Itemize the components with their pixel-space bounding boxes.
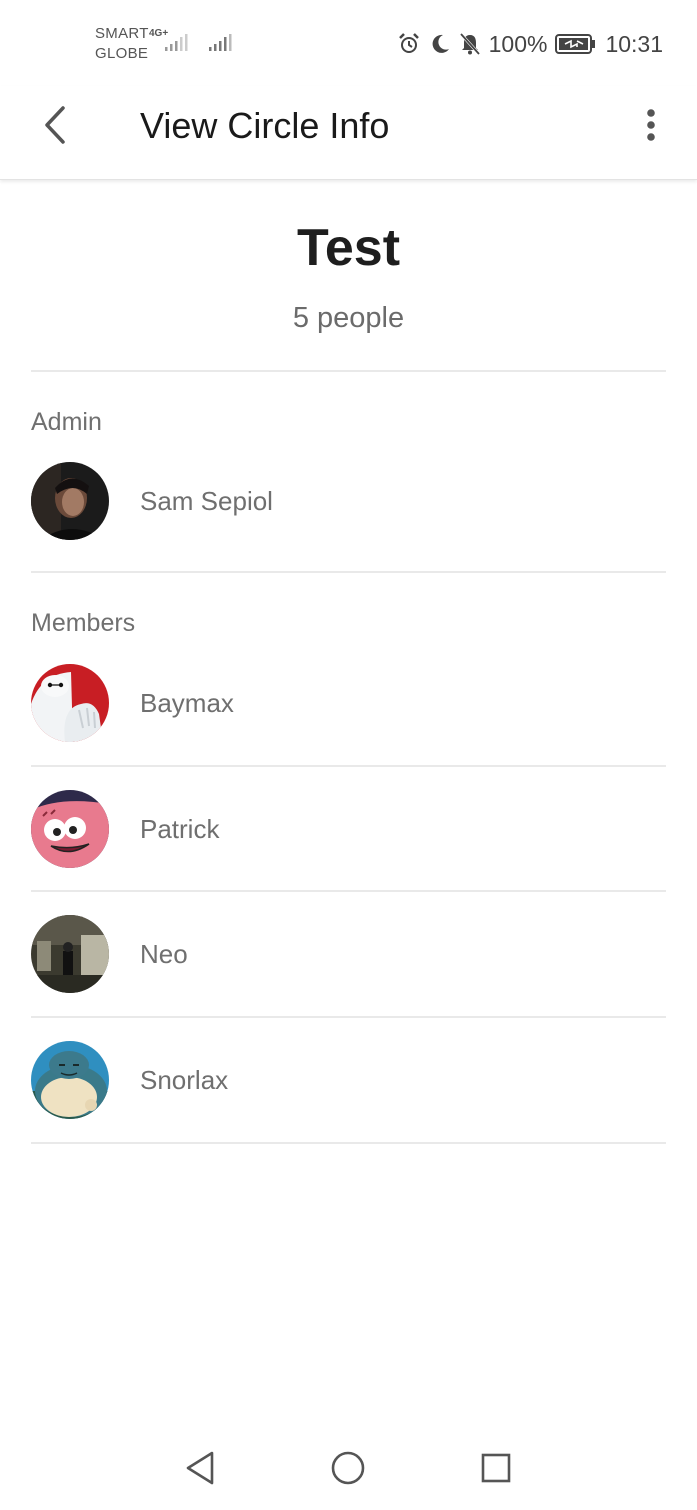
circle-name: Test (296, 219, 401, 277)
admin-section-label: Admin (31, 408, 102, 436)
nav-home-button[interactable] (326, 1448, 370, 1492)
member-row[interactable]: Snorlax (31, 1041, 666, 1119)
back-arrow-icon (41, 105, 69, 150)
member-row[interactable]: Baymax (31, 664, 666, 742)
divider (31, 890, 666, 892)
status-bar: SMART GLOBE 4G+ 100% 10:31 (0, 0, 697, 86)
carrier-line-1: SMART (95, 25, 149, 42)
member-row[interactable]: Neo (31, 915, 666, 993)
divider (31, 1016, 666, 1018)
battery-percent: 100% (488, 30, 548, 57)
moon-icon (429, 33, 451, 55)
avatar (31, 664, 109, 742)
person-name: Snorlax (140, 1065, 229, 1095)
avatar (31, 1041, 109, 1119)
member-row[interactable]: Patrick (31, 790, 666, 868)
admin-row[interactable]: Sam Sepiol (31, 462, 666, 540)
screen: SMART GLOBE 4G+ 100% 10:31 View Circle I… (0, 0, 697, 1510)
signal-icon (207, 33, 233, 58)
divider (31, 1142, 666, 1144)
avatar (31, 915, 109, 993)
person-name: Neo (140, 939, 188, 969)
nav-recents-button[interactable] (474, 1448, 518, 1492)
nav-back-button[interactable] (178, 1448, 222, 1492)
members-section-label: Members (31, 609, 136, 637)
nav-back-icon (183, 1450, 217, 1491)
divider (31, 765, 666, 767)
system-nav-bar (0, 1430, 697, 1510)
person-name: Baymax (140, 688, 234, 718)
divider (31, 370, 666, 372)
more-options-button[interactable] (631, 102, 671, 152)
carrier-line-2: GLOBE (95, 45, 149, 62)
signal-icon (163, 33, 189, 58)
app-bar: View Circle Info (0, 86, 697, 180)
clock: 10:31 (605, 30, 663, 57)
avatar (31, 790, 109, 868)
nav-recents-icon (480, 1452, 512, 1489)
person-name: Patrick (140, 814, 220, 844)
battery-charging-icon (555, 33, 597, 55)
status-right-group: 100% 10:31 (397, 27, 663, 61)
divider (31, 571, 666, 573)
person-name: Sam Sepiol (140, 486, 273, 516)
page-title: View Circle Info (140, 105, 390, 146)
member-count: 5 people (292, 302, 405, 334)
nav-home-icon (330, 1450, 366, 1491)
carrier-label: SMART GLOBE (95, 24, 149, 64)
avatar (31, 462, 109, 540)
bell-off-icon (459, 32, 481, 56)
more-vert-icon (646, 108, 656, 147)
back-button[interactable] (30, 102, 80, 152)
alarm-icon (397, 32, 421, 56)
